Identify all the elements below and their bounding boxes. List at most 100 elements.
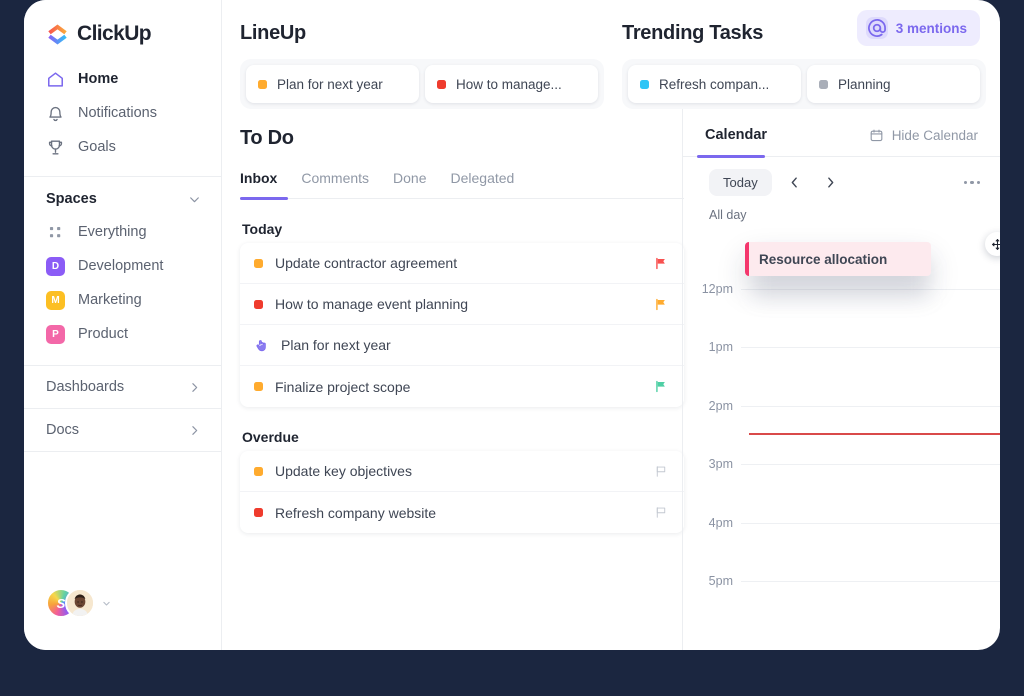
task-name: Update contractor agreement [275,255,458,271]
lineup-chip[interactable]: Plan for next year [246,65,419,103]
top-strip: LineUp Plan for next year How to manage.… [222,0,1000,109]
hour-row: 2pm [683,399,1000,413]
calendar-tab-underline [683,155,1000,158]
mentions-label: 3 mentions [895,20,967,36]
table-row[interactable]: Update key objectives [240,451,684,492]
task-name: Finalize project scope [275,378,411,395]
tab-delegated[interactable]: Delegated [451,170,515,198]
space-label: Marketing [78,292,142,308]
status-dot-icon[interactable] [254,258,263,268]
spaces-section-header[interactable]: Spaces [24,177,221,215]
lower-region: To Do Inbox Comments Done Delegated Toda… [222,109,1000,650]
sidebar-item-development[interactable]: D Development [24,249,221,283]
user-avatar[interactable] [65,588,95,618]
chip-label: Plan for next year [277,76,383,92]
hour-label: 5pm [708,574,733,588]
hide-calendar-label: Hide Calendar [891,127,978,143]
brand-name: ClickUp [77,22,152,45]
sidebar-item-goals[interactable]: Goals [24,130,221,164]
account-switcher[interactable]: S [46,588,111,618]
bell-icon [49,106,62,121]
caret-down-icon[interactable] [102,599,111,608]
chip-label: How to manage... [456,76,562,92]
space-badge-icon: D [46,256,65,276]
at-mention-icon [865,17,888,39]
lineup-section: LineUp Plan for next year How to manage.… [222,22,604,109]
trending-chip-tray: Refresh compan... Planning [622,59,986,109]
status-dot-icon [258,79,267,89]
todo-tabs: Inbox Comments Done Delegated [240,170,682,198]
chip-label: Planning [838,76,891,92]
chevron-right-icon [192,425,198,435]
table-row[interactable]: Finalize project scope [240,366,684,407]
current-time-indicator [749,433,1000,435]
next-day-button[interactable] [818,170,844,196]
today-button[interactable]: Today [709,169,772,196]
group-label-overdue: Overdue [242,429,299,445]
calendar-time-grid[interactable]: 12pm 1pm 2pm 3pm 4pm 5pm Resource alloca… [683,228,1000,588]
mentions-badge[interactable]: 3 mentions [856,10,980,46]
sidebar-item-label: Dashboards [46,379,125,395]
calendar-event[interactable]: Resource allocation [745,232,1000,276]
active-tab-indicator [240,197,288,200]
tab-done[interactable]: Done [393,170,426,198]
table-row[interactable]: Plan for next year [240,325,684,366]
space-badge-icon: P [46,324,65,344]
trophy-icon [48,139,63,155]
sidebar-item-product[interactable]: P Product [24,317,221,351]
hour-row: 5pm [683,574,1000,588]
space-badge-icon: M [46,290,65,310]
today-task-list: Update contractor agreement How to manag… [240,243,684,407]
sidebar-item-docs[interactable]: Docs [24,409,221,451]
user-photo-icon [67,590,93,616]
sidebar-item-home[interactable]: Home [24,62,221,96]
group-label-today: Today [242,221,283,237]
sidebar-item-notifications[interactable]: Notifications [24,96,221,130]
tab-inbox[interactable]: Inbox [240,170,277,198]
status-dot-icon[interactable] [254,508,263,517]
status-dot-icon[interactable] [254,466,263,476]
table-row[interactable]: Update contractor agreement [240,243,684,284]
flag-outline-icon[interactable] [654,505,668,520]
hour-label: 3pm [708,457,733,471]
trending-chip[interactable]: Refresh compan... [628,65,801,103]
sidebar-divider [24,451,221,452]
task-name: Refresh company website [275,504,437,521]
trending-chip[interactable]: Planning [807,65,980,103]
status-dot-icon[interactable] [254,382,263,391]
todo-panel: To Do Inbox Comments Done Delegated Toda… [222,109,684,650]
app-window: ClickUp Home Notifications Goals Spaces … [24,0,1000,650]
hour-row: 3pm [683,457,1000,471]
chip-label: Refresh compan... [659,76,770,92]
hour-row: 1pm [683,340,1000,354]
flag-outline-icon[interactable] [654,464,668,479]
tab-comments[interactable]: Comments [301,170,369,198]
prev-day-button[interactable] [782,170,808,196]
table-row[interactable]: How to manage event planning [240,284,684,325]
calendar-more-options-button[interactable] [963,180,980,185]
sidebar: ClickUp Home Notifications Goals Spaces … [24,0,222,650]
flag-filled-icon[interactable] [654,379,668,394]
flag-filled-icon[interactable] [654,297,668,312]
pointer-hand-icon [256,339,266,351]
space-label: Product [78,326,128,342]
chevron-right-icon [192,382,198,392]
all-day-label: All day [709,208,747,222]
status-dot-icon [819,79,828,89]
task-name: How to manage event planning [275,296,469,312]
flag-filled-icon[interactable] [654,256,668,271]
sidebar-item-everything[interactable]: Everything [24,215,221,249]
status-dot-icon [640,79,649,89]
hour-label: 1pm [708,340,733,354]
hide-calendar-button[interactable]: Hide Calendar [869,128,978,143]
status-dot-icon[interactable] [254,299,263,309]
sidebar-item-dashboards[interactable]: Dashboards [24,366,221,408]
move-arrows-icon[interactable] [985,232,1000,256]
task-name: Update key objectives [275,463,412,479]
chevron-down-icon[interactable] [188,193,201,206]
active-tab-indicator [697,155,765,158]
table-row[interactable]: Refresh company website [240,492,684,533]
sidebar-item-marketing[interactable]: M Marketing [24,283,221,317]
lineup-chip[interactable]: How to manage... [425,65,598,103]
hour-label: 4pm [708,516,733,530]
